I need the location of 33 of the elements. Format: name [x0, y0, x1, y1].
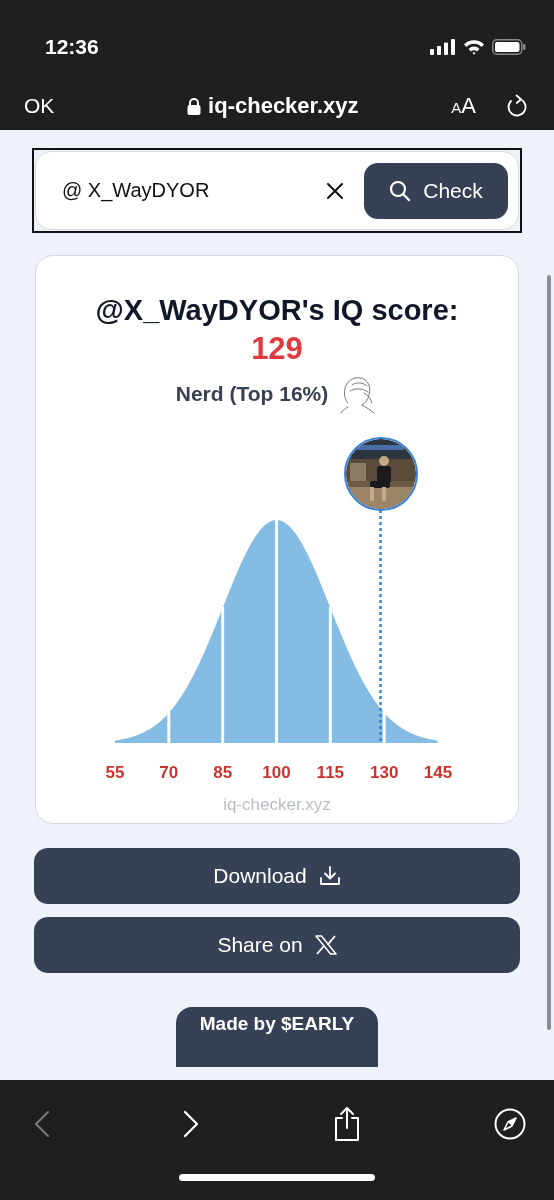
- check-button[interactable]: Check: [364, 162, 508, 219]
- status-time: 12:36: [45, 35, 99, 59]
- x-logo-icon: [314, 935, 337, 955]
- battery-icon: [492, 39, 526, 55]
- search-icon: [389, 179, 412, 202]
- forward-icon[interactable]: [183, 1110, 200, 1138]
- download-button[interactable]: Download: [34, 848, 520, 904]
- reload-icon[interactable]: [506, 94, 528, 118]
- axis-label: 115: [316, 763, 345, 782]
- result-title: @X_WayDYOR's IQ score:: [95, 294, 459, 327]
- signal-icon: [430, 39, 456, 55]
- axis-label: 100: [262, 763, 291, 782]
- made-by-button[interactable]: Made by $EARLY: [176, 1007, 378, 1067]
- iq-score: 129: [251, 331, 303, 367]
- site-watermark-text: iq-checker.xyz: [223, 795, 331, 815]
- search-field[interactable]: @ X_WayDYOR Check: [35, 151, 519, 230]
- compass-icon[interactable]: [494, 1108, 526, 1140]
- wifi-icon: [463, 39, 485, 55]
- axis-label: 85: [213, 763, 233, 782]
- lock-icon: [187, 97, 202, 115]
- axis-label: 55: [105, 763, 125, 782]
- address-text[interactable]: iq-checker.xyz: [208, 93, 359, 119]
- text-size-button[interactable]: AA: [451, 93, 476, 119]
- scrollbar[interactable]: [547, 275, 551, 1030]
- rank-label: Nerd (Top 16%): [175, 382, 329, 406]
- axis-label: 145: [423, 763, 453, 782]
- share-icon[interactable]: [332, 1106, 361, 1142]
- axis-label: 70: [159, 763, 179, 782]
- share-button[interactable]: Share on: [34, 917, 520, 973]
- clear-icon[interactable]: [326, 181, 344, 200]
- axis-label: 130: [370, 763, 399, 782]
- download-icon: [318, 865, 341, 887]
- done-button[interactable]: OK: [24, 94, 55, 118]
